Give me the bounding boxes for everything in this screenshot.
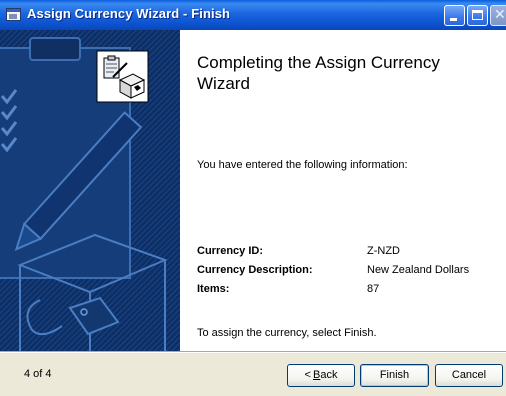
currency-id-label: Currency ID: xyxy=(197,245,264,257)
currency-id-value: Z-NZD xyxy=(367,245,400,257)
close-button[interactable]: ✕ xyxy=(490,5,506,26)
currency-description-label: Currency Description: xyxy=(197,264,313,276)
wizard-footer: 4 of 4 < Back Finish Cancel xyxy=(0,351,506,396)
maximize-icon xyxy=(472,10,483,20)
maximize-button[interactable] xyxy=(467,5,488,26)
cancel-button[interactable]: Cancel xyxy=(435,364,503,387)
currency-description-value: New Zealand Dollars xyxy=(367,264,470,276)
back-arrow-icon: < xyxy=(304,369,311,381)
finish-hint-text: To assign the currency, select Finish. xyxy=(197,327,377,339)
window-title: Assign Currency Wizard - Finish xyxy=(27,6,231,21)
back-button-label: ack xyxy=(320,369,338,381)
page-title: Completing the Assign Currency Wizard xyxy=(197,53,440,93)
wizard-content: Completing the Assign Currency Wizard Yo… xyxy=(180,30,506,351)
wizard-banner xyxy=(0,30,180,351)
close-icon: ✕ xyxy=(494,7,506,23)
finish-button[interactable]: Finish xyxy=(360,364,429,387)
title-bar[interactable]: Assign Currency Wizard - Finish ✕ xyxy=(0,0,506,30)
back-button[interactable]: < Back xyxy=(287,364,355,387)
items-label: Items: xyxy=(197,283,230,295)
page-indicator: 4 of 4 xyxy=(24,368,52,380)
minimize-button[interactable] xyxy=(444,5,465,26)
intro-text: You have entered the following informati… xyxy=(197,159,408,171)
app-window-icon xyxy=(6,8,21,21)
banner-illustration xyxy=(0,30,180,351)
items-value: 87 xyxy=(367,283,380,295)
minimize-icon xyxy=(450,18,457,21)
